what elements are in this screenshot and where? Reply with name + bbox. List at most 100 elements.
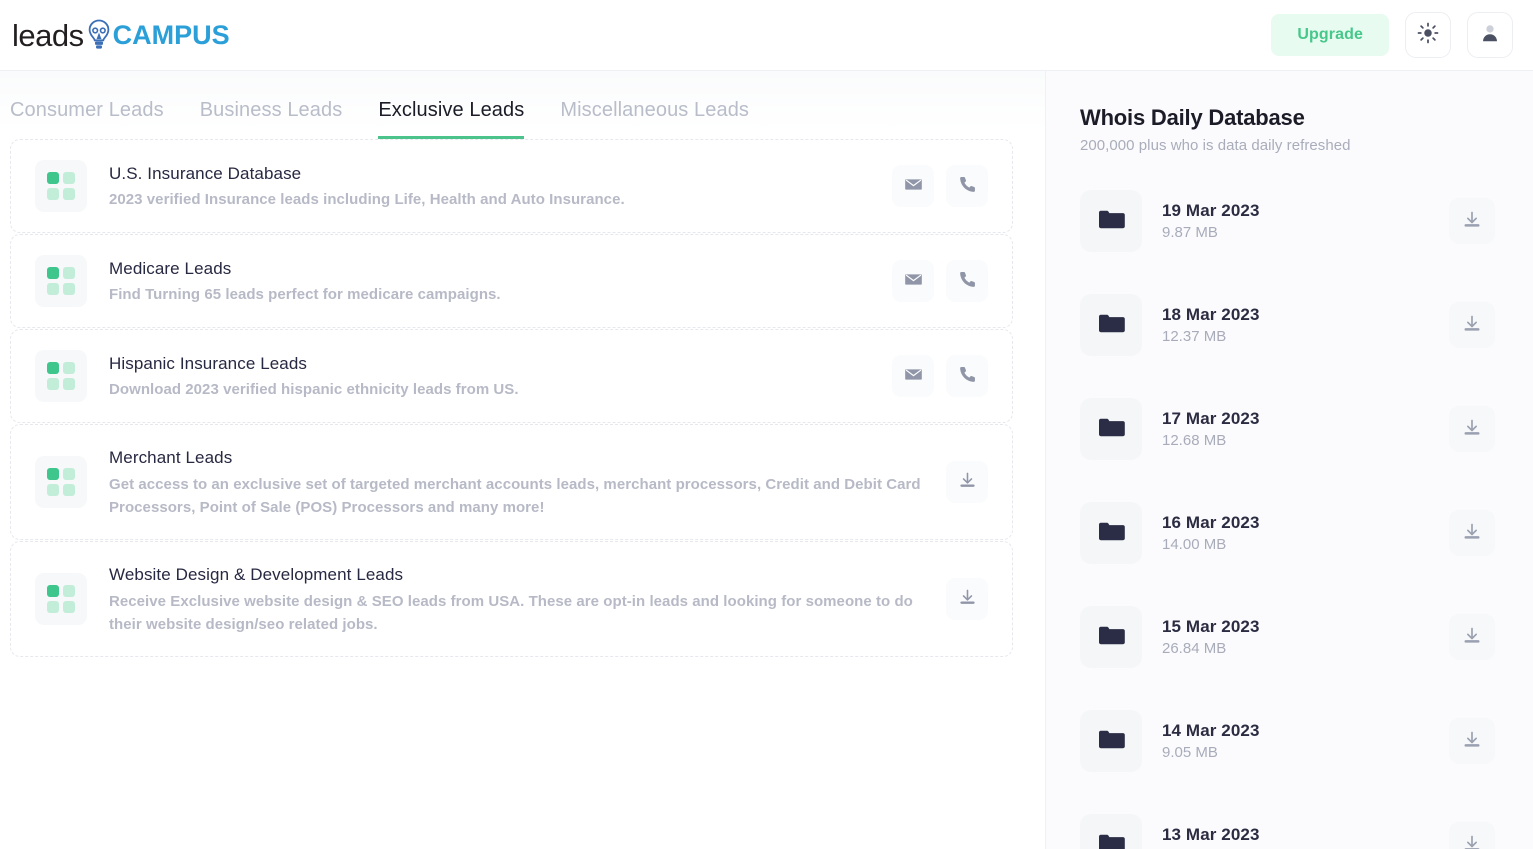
whois-file-meta: 15 Mar 2023 26.84 MB <box>1162 617 1449 657</box>
brand-logo[interactable]: leads CAMPUS <box>12 11 230 59</box>
download-icon <box>1462 626 1482 649</box>
phone-action-button[interactable] <box>946 260 988 302</box>
account-button[interactable] <box>1467 12 1513 58</box>
lead-card-text: Medicare Leads Find Turning 65 leads per… <box>109 256 892 307</box>
lead-title: Hispanic Insurance Leads <box>109 351 872 377</box>
grid-square-1 <box>47 362 59 374</box>
download-icon <box>958 588 977 610</box>
email-action-button[interactable] <box>892 355 934 397</box>
whois-file-row: 14 Mar 2023 9.05 MB <box>1080 696 1495 786</box>
lead-card-text: Website Design & Development Leads Recei… <box>109 562 946 636</box>
grid-squares-icon <box>35 573 87 625</box>
tab-exclusive-leads[interactable]: Exclusive Leads <box>378 99 524 139</box>
grid-square-4 <box>63 378 75 390</box>
whois-file-date: 14 Mar 2023 <box>1162 721 1449 741</box>
folder-icon <box>1097 207 1125 236</box>
phone-action-button[interactable] <box>946 165 988 207</box>
grid-square-2 <box>63 172 75 184</box>
grid-square-4 <box>63 601 75 613</box>
folder-icon-wrap <box>1080 398 1142 460</box>
whois-file-date: 19 Mar 2023 <box>1162 201 1449 221</box>
lead-description: Receive Exclusive website design & SEO l… <box>109 590 926 637</box>
download-icon <box>1462 834 1482 849</box>
email-icon <box>904 365 923 387</box>
folder-icon <box>1097 831 1125 849</box>
grid-square-1 <box>47 267 59 279</box>
download-icon <box>1462 522 1482 545</box>
whois-file-date: 13 Mar 2023 <box>1162 825 1449 845</box>
whois-file-meta: 14 Mar 2023 9.05 MB <box>1162 721 1449 761</box>
whois-file-meta: 17 Mar 2023 12.68 MB <box>1162 409 1449 449</box>
grid-square-1 <box>47 172 59 184</box>
phone-icon <box>958 365 977 387</box>
whois-download-button[interactable] <box>1449 406 1495 452</box>
folder-icon <box>1097 727 1125 756</box>
whois-download-button[interactable] <box>1449 614 1495 660</box>
lead-description: 2023 verified Insurance leads including … <box>109 188 872 211</box>
email-icon <box>904 175 923 197</box>
leads-tabs: Consumer Leads Business Leads Exclusive Le… <box>0 71 1013 139</box>
whois-file-row: 15 Mar 2023 26.84 MB <box>1080 592 1495 682</box>
grid-square-3 <box>47 188 59 200</box>
lead-title: Medicare Leads <box>109 256 872 282</box>
lead-card: U.S. Insurance Database 2023 verified In… <box>10 139 1013 233</box>
grid-squares-icon <box>35 160 87 212</box>
tab-business-leads[interactable]: Business Leads <box>200 99 343 139</box>
tab-miscellaneous-leads[interactable]: Miscellaneous Leads <box>560 99 749 139</box>
folder-icon-wrap <box>1080 814 1142 849</box>
email-action-button[interactable] <box>892 260 934 302</box>
download-action-button[interactable] <box>946 578 988 620</box>
whois-file-size: 14.00 MB <box>1162 536 1449 553</box>
folder-icon-wrap <box>1080 294 1142 356</box>
whois-file-row: 17 Mar 2023 12.68 MB <box>1080 384 1495 474</box>
logo-text-leads: leads <box>12 20 84 51</box>
sun-icon <box>1417 22 1439 49</box>
whois-file-size: 12.37 MB <box>1162 328 1449 345</box>
lead-card: Website Design & Development Leads Recei… <box>10 541 1013 657</box>
lead-card-text: Merchant Leads Get access to an exclusiv… <box>109 445 946 519</box>
whois-download-button[interactable] <box>1449 510 1495 556</box>
folder-icon-wrap <box>1080 710 1142 772</box>
whois-file-date: 15 Mar 2023 <box>1162 617 1449 637</box>
lead-card-actions <box>892 260 988 302</box>
phone-icon <box>958 270 977 292</box>
whois-file-row: 19 Mar 2023 9.87 MB <box>1080 176 1495 266</box>
lead-card-text: U.S. Insurance Database 2023 verified In… <box>109 161 892 212</box>
whois-file-size: 26.84 MB <box>1162 640 1449 657</box>
whois-download-button[interactable] <box>1449 302 1495 348</box>
email-icon <box>904 270 923 292</box>
whois-file-row: 18 Mar 2023 12.37 MB <box>1080 280 1495 370</box>
lead-card-actions <box>946 578 988 620</box>
lead-description: Get access to an exclusive set of target… <box>109 473 926 520</box>
tab-consumer-leads[interactable]: Consumer Leads <box>10 99 164 139</box>
whois-file-meta: 18 Mar 2023 12.37 MB <box>1162 305 1449 345</box>
lead-card-actions <box>946 461 988 503</box>
grid-square-3 <box>47 283 59 295</box>
upgrade-button[interactable]: Upgrade <box>1271 14 1389 56</box>
download-action-button[interactable] <box>946 461 988 503</box>
whois-file-row: 13 Mar 2023 9.60 MB <box>1080 800 1495 849</box>
email-action-button[interactable] <box>892 165 934 207</box>
phone-action-button[interactable] <box>946 355 988 397</box>
lightbulb-icon <box>86 18 112 52</box>
folder-icon-wrap <box>1080 606 1142 668</box>
whois-download-button[interactable] <box>1449 198 1495 244</box>
app-header: leads CAMPUS Upgrade <box>0 0 1533 71</box>
download-icon <box>958 471 977 493</box>
whois-file-date: 18 Mar 2023 <box>1162 305 1449 325</box>
whois-file-meta: 13 Mar 2023 9.60 MB <box>1162 825 1449 849</box>
grid-squares-icon <box>35 456 87 508</box>
folder-icon <box>1097 623 1125 652</box>
lead-description: Find Turning 65 leads perfect for medica… <box>109 283 872 306</box>
whois-download-button[interactable] <box>1449 822 1495 849</box>
logo-text-campus: CAMPUS <box>113 22 230 49</box>
theme-toggle-button[interactable] <box>1405 12 1451 58</box>
lead-description: Download 2023 verified hispanic ethnicit… <box>109 378 872 401</box>
grid-squares-icon <box>35 350 87 402</box>
grid-square-2 <box>63 362 75 374</box>
whois-file-date: 17 Mar 2023 <box>1162 409 1449 429</box>
whois-file-meta: 16 Mar 2023 14.00 MB <box>1162 513 1449 553</box>
whois-download-button[interactable] <box>1449 718 1495 764</box>
folder-icon <box>1097 311 1125 340</box>
grid-square-1 <box>47 585 59 597</box>
